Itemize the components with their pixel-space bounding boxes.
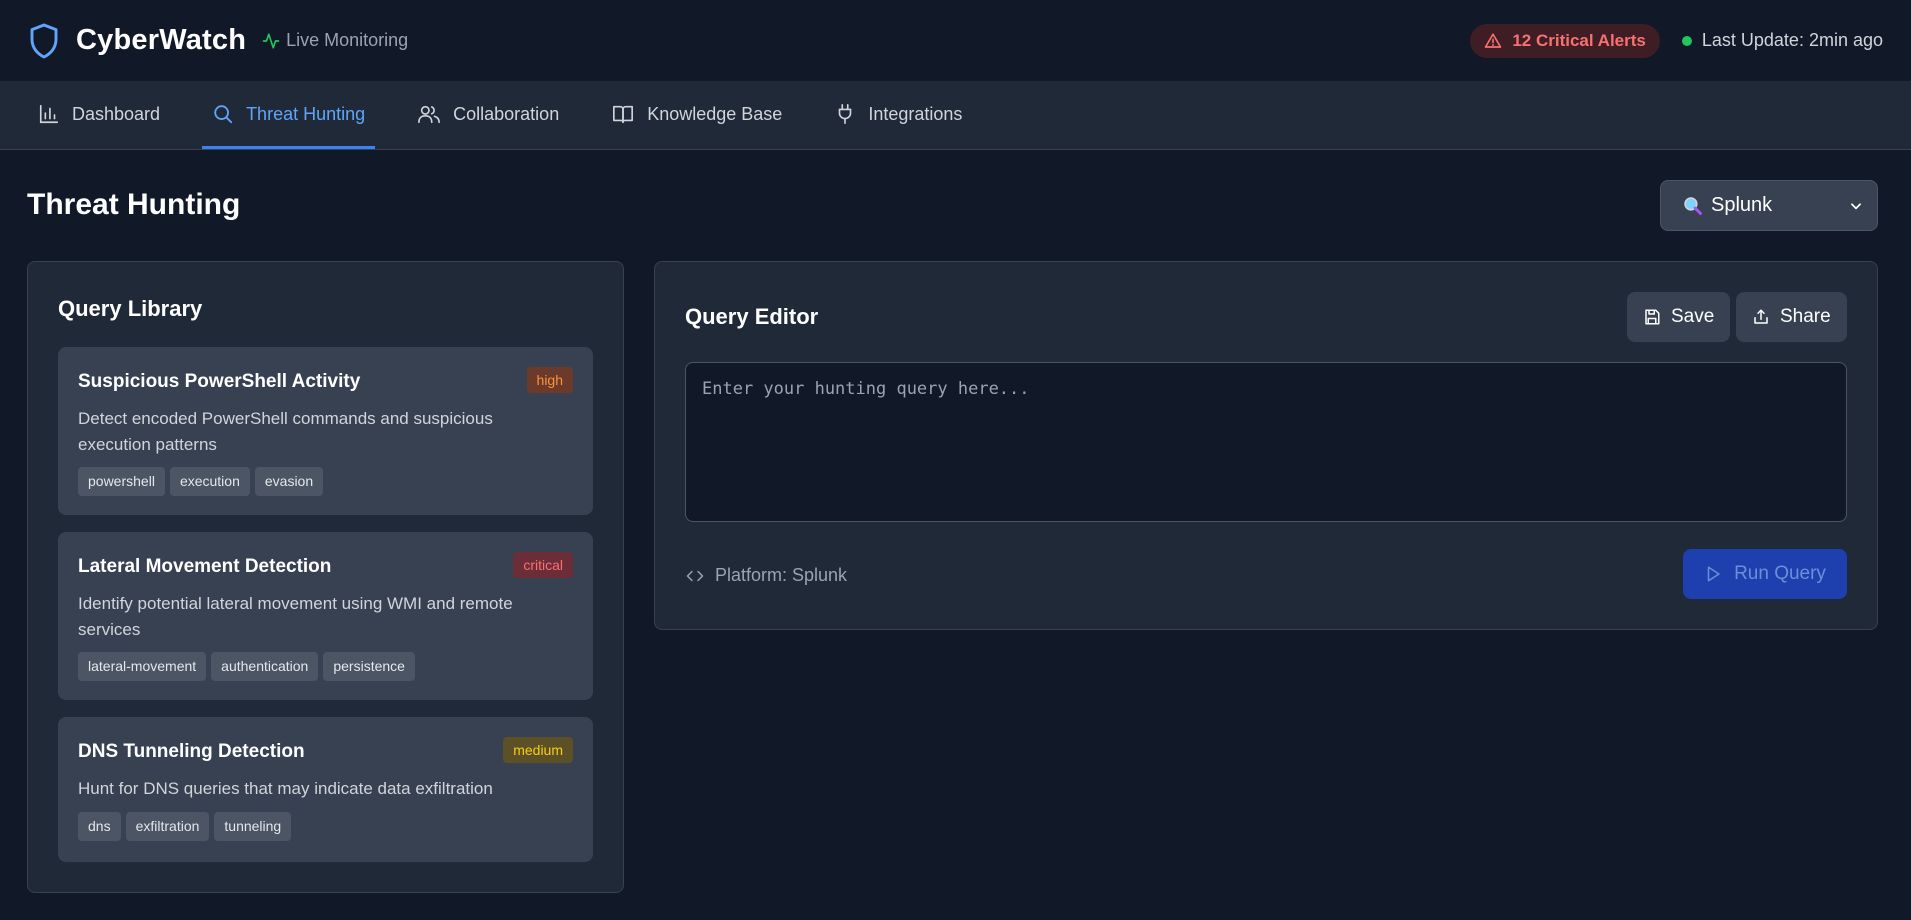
users-icon <box>417 103 453 125</box>
tab-knowledge-base[interactable]: Knowledge Base <box>601 82 792 149</box>
code-icon <box>685 567 715 585</box>
tab-label: Threat Hunting <box>246 103 366 124</box>
query-title: Suspicious PowerShell Activity <box>78 371 361 392</box>
tag[interactable]: exfiltration <box>125 812 210 841</box>
last-update-label: Last Update: 2min ago <box>1701 30 1883 50</box>
tab-integrations[interactable]: Integrations <box>824 82 972 149</box>
main-nav: Dashboard Threat Hunting Collaboration K… <box>0 82 1911 150</box>
severity-badge: medium <box>503 737 573 763</box>
severity-badge: high <box>526 367 573 393</box>
query-description: Hunt for DNS queries that may indicate d… <box>78 779 493 798</box>
critical-alerts-label: 12 Critical Alerts <box>1512 30 1646 50</box>
query-description: Detect encoded PowerShell commands and s… <box>78 409 493 454</box>
query-editor-panel: Query Editor Save Share Platform: Splunk… <box>654 261 1878 630</box>
query-card[interactable]: Lateral Movement Detection critical Iden… <box>58 532 593 700</box>
severity-badge: critical <box>513 552 573 578</box>
query-title: DNS Tunneling Detection <box>78 741 305 762</box>
save-icon <box>1643 308 1671 326</box>
query-title: Lateral Movement Detection <box>78 556 332 577</box>
tag-list: powershell execution evasion <box>78 467 328 496</box>
app-title: CyberWatch <box>76 24 247 56</box>
tag[interactable]: tunneling <box>214 812 292 841</box>
share-label: Share <box>1780 306 1831 327</box>
share-icon <box>1752 308 1780 326</box>
live-monitoring-label: Live Monitoring <box>286 30 409 50</box>
tag[interactable]: powershell <box>78 467 165 496</box>
play-icon <box>1704 565 1734 583</box>
page-title: Threat Hunting <box>27 188 241 221</box>
critical-alerts-badge[interactable]: 12 Critical Alerts <box>1470 23 1660 58</box>
tab-dashboard[interactable]: Dashboard <box>28 82 170 149</box>
platform-label: Platform: Splunk <box>715 565 848 585</box>
save-label: Save <box>1671 306 1715 327</box>
warning-icon <box>1484 32 1512 50</box>
tag[interactable]: evasion <box>254 467 324 496</box>
search-icon <box>212 103 246 125</box>
tab-label: Dashboard <box>72 103 161 124</box>
run-query-button[interactable]: Run Query <box>1683 549 1847 599</box>
tag[interactable]: lateral-movement <box>78 652 207 681</box>
tag[interactable]: authentication <box>211 652 319 681</box>
activity-icon <box>262 32 286 50</box>
tab-threat-hunting[interactable]: Threat Hunting <box>202 82 376 149</box>
tab-label: Knowledge Base <box>647 103 783 124</box>
platform-select-value: Splunk <box>1711 194 1773 216</box>
tag[interactable]: execution <box>169 467 250 496</box>
platform-select[interactable]: Splunk <box>1660 180 1878 231</box>
tab-label: Integrations <box>868 103 963 124</box>
query-input[interactable] <box>685 362 1847 522</box>
tab-collaboration[interactable]: Collaboration <box>407 82 569 149</box>
chevron-down-icon <box>1849 199 1863 213</box>
tab-label: Collaboration <box>453 103 560 124</box>
bar-chart-icon <box>38 103 72 125</box>
status-dot <box>1681 35 1692 46</box>
magnifier-emoji-icon <box>1683 196 1703 216</box>
top-bar: CyberWatch Live Monitoring 12 Critical A… <box>0 0 1911 82</box>
shield-icon <box>28 21 62 61</box>
tag[interactable]: dns <box>78 812 121 841</box>
live-monitoring-status: Live Monitoring <box>262 30 408 51</box>
share-button[interactable]: Share <box>1736 292 1847 342</box>
tag-list: lateral-movement authentication persiste… <box>78 652 420 681</box>
run-query-label: Run Query <box>1734 563 1826 584</box>
platform-indicator: Platform: Splunk <box>685 565 847 586</box>
tag-list: dns exfiltration tunneling <box>78 812 296 841</box>
query-library-panel: Query Library Suspicious PowerShell Acti… <box>27 261 624 893</box>
book-icon <box>611 103 647 125</box>
tag[interactable]: persistence <box>323 652 415 681</box>
query-card[interactable]: Suspicious PowerShell Activity high Dete… <box>58 347 593 515</box>
save-button[interactable]: Save <box>1627 292 1731 342</box>
query-editor-title: Query Editor <box>685 304 819 329</box>
query-card[interactable]: DNS Tunneling Detection medium Hunt for … <box>58 717 593 862</box>
last-update: Last Update: 2min ago <box>1681 30 1883 51</box>
plug-icon <box>834 103 868 125</box>
query-description: Identify potential lateral movement usin… <box>78 594 513 639</box>
query-library-title: Query Library <box>58 296 203 321</box>
